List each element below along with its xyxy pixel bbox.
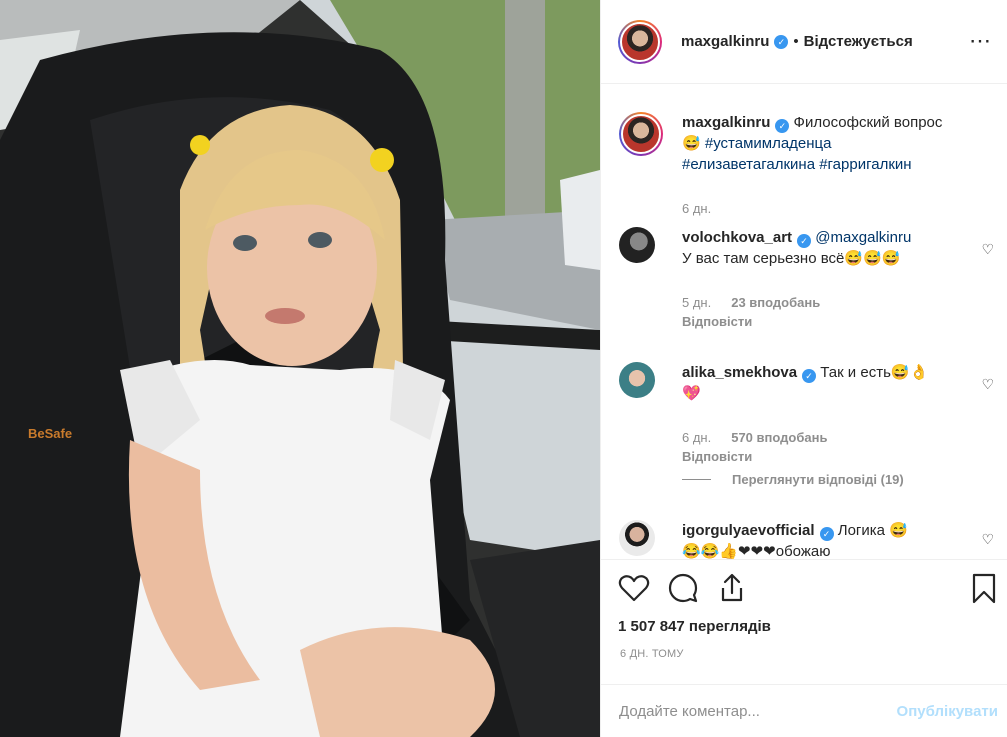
reply-button[interactable]: Відповісти xyxy=(682,449,752,464)
commenter-username[interactable]: volochkova_art xyxy=(682,229,792,246)
caption-author-avatar[interactable] xyxy=(619,112,663,156)
comment-item: volochkova_art ✓ @maxgalkinru У вас там с… xyxy=(619,227,994,337)
publish-comment-button[interactable]: Опублікувати xyxy=(897,703,998,720)
caption-timestamp[interactable]: 6 дн. xyxy=(682,201,711,216)
verified-badge-icon: ✓ xyxy=(774,34,789,49)
comment-text: У вас там серьезно всё😅😅😅 xyxy=(682,250,901,267)
comment-text: Так и есть😅👌 xyxy=(820,364,929,381)
verified-badge-icon: ✓ xyxy=(775,119,790,133)
add-comment-input[interactable] xyxy=(619,699,869,723)
views-count[interactable]: 1 507 847 переглядів xyxy=(618,618,771,635)
replies-divider xyxy=(682,479,711,480)
svg-text:BeSafe: BeSafe xyxy=(28,426,72,441)
more-options-icon[interactable]: ⋯ xyxy=(969,30,992,52)
mention-link[interactable]: @maxgalkinru xyxy=(815,229,911,246)
separator-dot: • xyxy=(793,33,799,50)
view-replies-button[interactable]: Переглянути відповіді (19) xyxy=(682,472,904,487)
share-icon[interactable] xyxy=(716,572,748,604)
following-button[interactable]: Відстежується xyxy=(804,33,913,50)
commenter-avatar[interactable] xyxy=(619,520,655,556)
comment-text-continued: 😂😂👍❤❤❤обожаю xyxy=(682,543,831,559)
caption: maxgalkinru ✓ Философский вопрос 😅 #устам… xyxy=(619,112,994,222)
commenter-avatar[interactable] xyxy=(619,362,655,398)
video-frame: BeSafe xyxy=(0,0,600,737)
hashtag-link[interactable]: #елизаветагалкина xyxy=(682,156,815,173)
comment-text-block: alika_smekhova ✓ Так и есть😅👌 💖 xyxy=(682,362,962,404)
verified-badge-icon: ✓ xyxy=(802,369,817,383)
reply-button[interactable]: Відповісти xyxy=(682,314,752,329)
commenter-avatar[interactable] xyxy=(619,227,655,263)
comment-timestamp[interactable]: 6 дн. xyxy=(682,430,711,445)
author-username[interactable]: maxgalkinru xyxy=(681,33,769,50)
post-details-panel: maxgalkinru ✓ • Відстежується ⋯ maxgalki… xyxy=(600,0,1007,737)
like-heart-icon[interactable] xyxy=(618,572,650,604)
comment-bubble-icon[interactable] xyxy=(667,572,699,604)
commenter-username[interactable]: alika_smekhova xyxy=(682,364,797,381)
hashtag-link[interactable]: #устамимладенца xyxy=(705,135,832,152)
view-replies-label: Переглянути відповіді (19) xyxy=(732,472,904,487)
comment-meta: 6 дн. 570 вподобань xyxy=(682,430,827,445)
commenter-username[interactable]: igorgulyaevofficial xyxy=(682,522,815,539)
hashtag-link[interactable]: #гарригалкин xyxy=(819,156,911,173)
comment-likes-count[interactable]: 570 вподобань xyxy=(731,430,827,445)
comment-likes-count[interactable]: 23 вподобань xyxy=(731,295,820,310)
caption-text-block: maxgalkinru ✓ Философский вопрос 😅 #устам… xyxy=(682,112,962,175)
like-comment-heart-icon[interactable]: ♡ xyxy=(981,376,994,393)
post-actions-bar xyxy=(601,559,1007,619)
comment-meta: 5 дн. 23 вподобань xyxy=(682,295,820,310)
save-bookmark-icon[interactable] xyxy=(968,572,1000,604)
verified-badge-icon: ✓ xyxy=(797,234,812,248)
post-header: maxgalkinru ✓ • Відстежується ⋯ xyxy=(601,0,1007,84)
comment-item: alika_smekhova ✓ Так и есть😅👌 💖 ♡ 6 дн. 57… xyxy=(619,362,994,472)
caption-author-username[interactable]: maxgalkinru xyxy=(682,114,770,131)
comment-text: Логика 😅 xyxy=(837,522,908,539)
author-avatar[interactable] xyxy=(618,19,662,64)
comment-text-block: igorgulyaevofficial ✓ Логика 😅 😂😂👍❤❤❤обож… xyxy=(682,520,962,559)
verified-badge-icon: ✓ xyxy=(819,527,834,541)
comment-timestamp[interactable]: 5 дн. xyxy=(682,295,711,310)
comment-text-continued: 💖 xyxy=(682,385,701,402)
comments-list[interactable]: maxgalkinru ✓ Философский вопрос 😅 #устам… xyxy=(601,84,1007,559)
like-comment-heart-icon[interactable]: ♡ xyxy=(981,531,994,548)
comment-item: igorgulyaevofficial ✓ Логика 😅 😂😂👍❤❤❤обож… xyxy=(619,520,994,559)
like-comment-heart-icon[interactable]: ♡ xyxy=(981,241,994,258)
post-timestamp[interactable]: 6 ДН. ТОМУ xyxy=(620,648,684,660)
post-video[interactable]: BeSafe xyxy=(0,0,600,737)
comment-text-block: volochkova_art ✓ @maxgalkinru У вас там с… xyxy=(682,227,962,269)
add-comment-bar: Опублікувати xyxy=(601,684,1007,737)
